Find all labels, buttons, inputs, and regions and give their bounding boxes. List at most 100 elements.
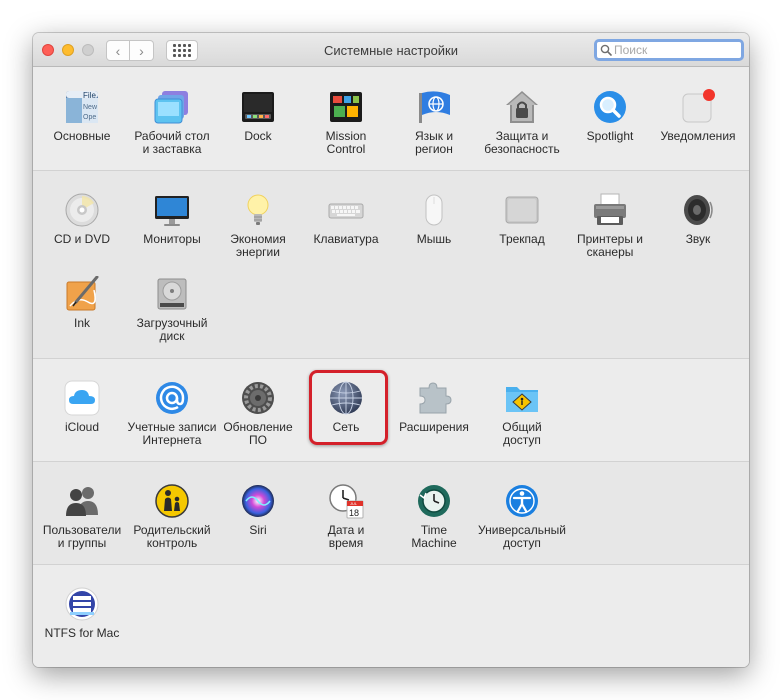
pane-label: Siri <box>249 523 267 537</box>
dock-icon <box>240 89 276 125</box>
pane-desktop-screensaver[interactable]: Рабочий стол и заставка <box>127 89 217 173</box>
pane-mouse[interactable]: Мышь <box>389 192 479 276</box>
pane-language-region[interactable]: Язык и регион <box>389 89 479 173</box>
network-globe-icon <box>328 380 364 416</box>
search-field[interactable] <box>594 39 744 61</box>
pane-label: Spotlight <box>586 129 634 143</box>
notifications-icon <box>680 89 716 125</box>
pane-keyboard[interactable]: Клавиатура <box>301 192 391 276</box>
cloud-icon <box>64 380 100 416</box>
search-input[interactable] <box>614 43 734 57</box>
disc-icon <box>64 192 100 228</box>
siri-icon <box>240 483 276 519</box>
pane-label: Пользователи и группы <box>42 523 122 550</box>
section-personal: File New Ope Основные Рабочий стол и заста… <box>33 68 749 171</box>
pane-mission-control[interactable]: Mission Control <box>301 89 391 173</box>
pane-label: Расширения <box>399 420 469 434</box>
section-internet: iCloud Учетные записи Интернета Обновлен… <box>33 359 749 462</box>
section-system: Пользователи и группы Родительский контр… <box>33 462 749 565</box>
file-window-icon: File New Ope <box>64 89 100 125</box>
pane-icloud[interactable]: iCloud <box>37 380 127 464</box>
shared-folder-icon <box>504 380 540 416</box>
zoom-window-button[interactable] <box>82 44 94 56</box>
system-preferences-window: ‹ › Системные настройки File New Ope Основ… <box>33 33 749 667</box>
pane-accessibility[interactable]: Универсальный доступ <box>477 483 567 567</box>
pane-users-groups[interactable]: Пользователи и группы <box>37 483 127 567</box>
pane-ink[interactable]: Ink <box>37 276 127 360</box>
pane-startup-disk[interactable]: Загрузочный диск <box>127 276 217 360</box>
monitor-icon <box>154 192 190 228</box>
pane-ntfs-for-mac[interactable]: NTFS for Mac <box>37 586 127 667</box>
at-sign-icon <box>154 380 190 416</box>
pane-label: Уведомления <box>660 129 736 143</box>
pane-printers-scanners[interactable]: Принтеры и сканеры <box>565 192 655 276</box>
close-window-button[interactable] <box>42 44 54 56</box>
mission-control-icon <box>328 89 364 125</box>
pane-parental-controls[interactable]: Родительский контроль <box>127 483 217 567</box>
pane-cd-dvd[interactable]: CD и DVD <box>37 192 127 276</box>
pane-software-update[interactable]: Обновление ПО <box>213 380 303 464</box>
pane-siri[interactable]: Siri <box>213 483 303 567</box>
pane-sound[interactable]: Звук <box>653 192 743 276</box>
pane-label: Учетные записи Интернета <box>127 420 217 447</box>
chevron-left-icon: ‹ <box>115 42 121 59</box>
pane-label: iCloud <box>64 420 100 434</box>
pane-network[interactable]: Сеть <box>301 380 391 464</box>
section-other: NTFS for Mac <box>33 565 749 667</box>
svg-text:JUL: JUL <box>350 501 358 506</box>
pane-label: Трекпад <box>499 232 545 246</box>
pane-energy-saver[interactable]: Экономия энергии <box>213 192 303 276</box>
pane-extensions[interactable]: Расширения <box>389 380 479 464</box>
keyboard-icon <box>328 192 364 228</box>
pane-trackpad[interactable]: Трекпад <box>477 192 567 276</box>
pane-label: Time Machine <box>411 523 457 550</box>
pane-label: Рабочий стол и заставка <box>134 129 210 156</box>
pane-notifications[interactable]: Уведомления <box>653 89 743 173</box>
pane-dock[interactable]: Dock <box>213 89 303 173</box>
users-silhouette-icon <box>64 483 100 519</box>
pane-general[interactable]: File New Ope Основные <box>37 89 127 173</box>
parental-controls-icon <box>154 483 190 519</box>
house-lock-icon <box>504 89 540 125</box>
pane-displays[interactable]: Мониторы <box>127 192 217 276</box>
ink-pen-icon <box>64 276 100 312</box>
accessibility-icon <box>504 483 540 519</box>
pane-internet-accounts[interactable]: Учетные записи Интернета <box>127 380 217 464</box>
search-icon <box>600 44 612 56</box>
forward-button[interactable]: › <box>130 40 154 61</box>
puzzle-piece-icon <box>416 380 452 416</box>
pane-label: Дата и время <box>327 523 365 550</box>
pane-label: Экономия энергии <box>230 232 286 259</box>
pane-label: Dock <box>244 129 272 143</box>
pane-spotlight[interactable]: Spotlight <box>565 89 655 173</box>
svg-text:18: 18 <box>349 508 359 518</box>
speaker-icon <box>680 192 716 228</box>
lightbulb-icon <box>240 192 276 228</box>
clock-calendar-icon: JUL 18 <box>328 483 364 519</box>
hard-disk-icon <box>154 276 190 312</box>
title-bar: ‹ › Системные настройки <box>33 33 749 67</box>
pane-sharing[interactable]: Общий доступ <box>477 380 567 464</box>
pane-security-privacy[interactable]: Защита и безопасность <box>477 89 567 173</box>
svg-text:File: File <box>83 91 96 100</box>
back-button[interactable]: ‹ <box>106 40 130 61</box>
show-all-button[interactable] <box>166 40 198 61</box>
printer-icon <box>592 192 628 228</box>
pane-time-machine[interactable]: Time Machine <box>389 483 479 567</box>
ntfs-drive-icon <box>64 586 100 622</box>
mouse-icon <box>416 192 452 228</box>
minimize-window-button[interactable] <box>62 44 74 56</box>
pane-label: CD и DVD <box>53 232 111 246</box>
pane-label: Мониторы <box>143 232 201 246</box>
pane-label: Клавиатура <box>313 232 379 246</box>
pane-label: Ink <box>73 316 90 330</box>
pane-label: Родительский контроль <box>133 523 211 550</box>
pane-date-time[interactable]: JUL 18 Дата и время <box>301 483 391 567</box>
pane-label: Сеть <box>332 420 360 434</box>
pane-label: Принтеры и сканеры <box>577 232 643 259</box>
desktop-screensaver-icon <box>154 89 190 125</box>
pane-label: Mission Control <box>325 129 367 156</box>
pane-label: Язык и регион <box>414 129 454 156</box>
svg-text:New: New <box>83 104 98 111</box>
pane-label: Мышь <box>416 232 452 246</box>
